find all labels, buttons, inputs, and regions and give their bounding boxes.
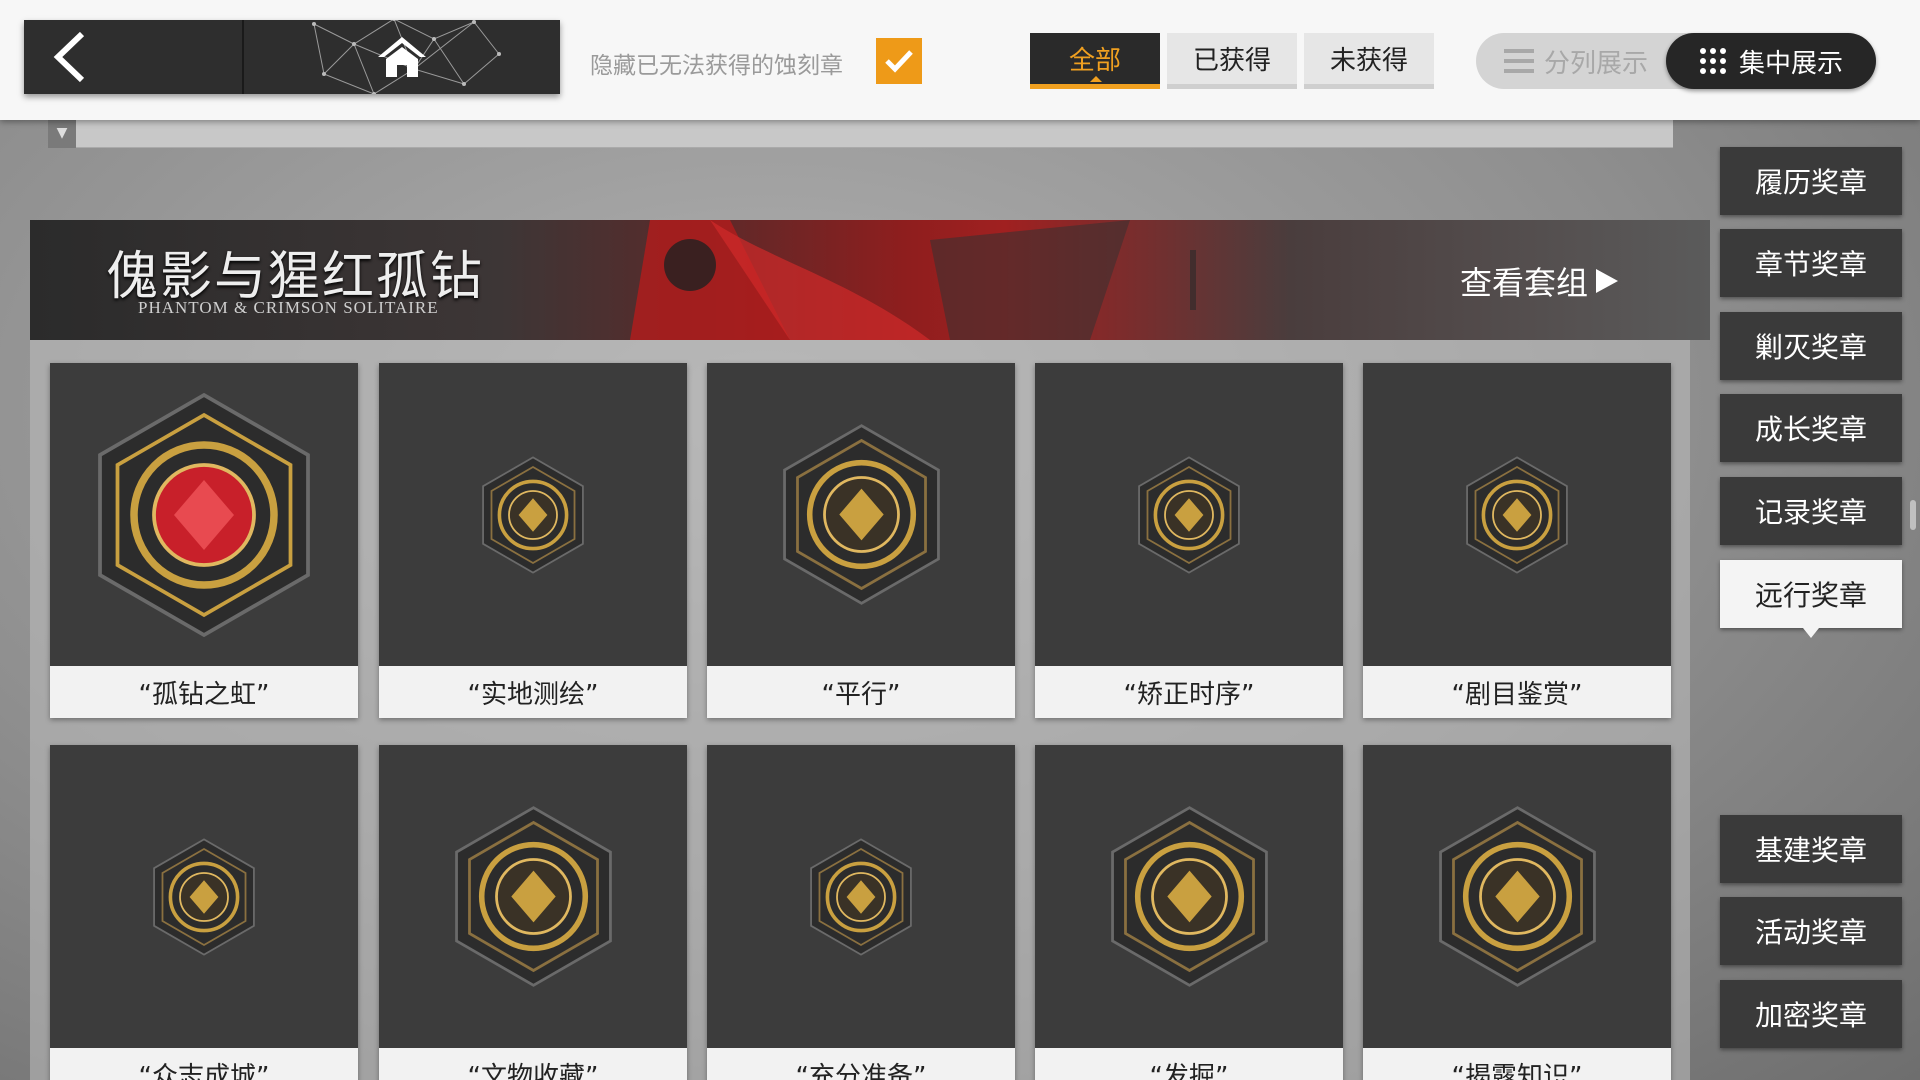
category-label: 成长奖章	[1754, 413, 1867, 446]
horizontal-scroll-track[interactable]	[48, 120, 1673, 148]
wheel-40-medal-icon	[153, 837, 255, 956]
medal-name: “实地测绘”	[379, 666, 687, 718]
professional-team-medal-icon	[810, 837, 912, 956]
category-label: 活动奖章	[1754, 916, 1867, 949]
hide-unobtainable-checkbox[interactable]	[876, 38, 922, 84]
category-encrypted[interactable]: 加密奖章	[1720, 980, 1902, 1048]
medal-name: “文物收藏”	[379, 1048, 687, 1080]
scroll-handle-icon[interactable]: ▼	[48, 120, 76, 148]
play-arrow-icon	[1596, 269, 1619, 293]
medal-art	[379, 363, 687, 666]
medal-card[interactable]: “发掘”	[1035, 745, 1343, 1080]
set-banner[interactable]: 傀影与猩红孤钻 PHANTOM & CRIMSON SOLITAIRE 查看套组	[30, 220, 1710, 340]
category-annihilation[interactable]: 剿灭奖章	[1720, 312, 1902, 380]
tab-all-label: 全部	[1068, 46, 1121, 76]
crimson-gem-medal-icon	[98, 392, 310, 637]
parallel-rook-medal-icon	[782, 424, 940, 605]
side-scrollbar[interactable]	[1910, 500, 1916, 530]
medal-name: “揭露知识”	[1363, 1048, 1671, 1080]
home-icon	[378, 37, 426, 77]
view-mode-toggle: 分列展示 集中展示	[1476, 33, 1876, 89]
medal-art	[379, 745, 687, 1048]
category-label: 基建奖章	[1754, 834, 1867, 867]
category-resume[interactable]: 履历奖章	[1720, 147, 1902, 215]
medal-card[interactable]: “文物收藏”	[379, 745, 687, 1080]
view-set-link[interactable]: 查看套组	[1460, 258, 1620, 304]
checkmark-icon	[885, 50, 913, 73]
category-growth[interactable]: 成长奖章	[1720, 394, 1902, 462]
top-bar: 隐藏已无法获得的蚀刻章 全部 已获得 未获得 分列展示 集中展示	[0, 0, 1920, 120]
view-focus-button[interactable]: 集中展示	[1666, 33, 1876, 89]
medal-art	[707, 745, 1015, 1048]
category-label: 记录奖章	[1754, 496, 1867, 529]
view-split-button[interactable]: 分列展示	[1504, 33, 1648, 89]
hide-unobtainable-label: 隐藏已无法获得的蚀刻章	[590, 53, 843, 79]
medal-art	[50, 745, 358, 1048]
medal-card[interactable]: “充分准备”	[707, 745, 1015, 1080]
back-arrow-icon	[53, 31, 85, 83]
tab-all[interactable]: 全部	[1030, 33, 1160, 89]
medal-name: “发掘”	[1035, 1048, 1343, 1080]
medal-name: “众志成城”	[50, 1048, 358, 1080]
medal-name: “孤钻之虹”	[50, 666, 358, 718]
medal-name: “充分准备”	[707, 1048, 1015, 1080]
tab-obtained[interactable]: 已获得	[1167, 33, 1297, 89]
category-label: 章节奖章	[1754, 248, 1867, 281]
view-focus-label: 集中展示	[1738, 48, 1843, 79]
tab-obtained-label: 已获得	[1192, 46, 1271, 76]
skull-card-medal-icon	[1438, 806, 1596, 987]
grid-dots-icon	[1699, 48, 1726, 74]
medal-card[interactable]: “剧目鉴赏”	[1363, 363, 1671, 718]
medal-art	[50, 363, 358, 666]
scarlet-troupe-medal-icon	[1466, 455, 1568, 574]
medal-name: “剧目鉴赏”	[1363, 666, 1671, 718]
medal-art	[1035, 745, 1343, 1048]
category-chapter[interactable]: 章节奖章	[1720, 229, 1902, 297]
medal-card[interactable]: “平行”	[707, 363, 1015, 718]
tab-unobtained-label: 未获得	[1329, 46, 1408, 76]
medal-card[interactable]: “实地测绘”	[379, 363, 687, 718]
back-button[interactable]	[24, 20, 244, 94]
category-expedition[interactable]: 远行奖章	[1720, 560, 1902, 638]
medal-art	[1035, 363, 1343, 666]
list-icon	[1504, 49, 1534, 73]
field-surveying-medal-icon	[482, 455, 584, 574]
view-split-label: 分列展示	[1544, 48, 1649, 79]
view-set-label: 查看套组	[1460, 264, 1589, 302]
home-button[interactable]	[244, 20, 560, 94]
medal-card[interactable]: “众志成城”	[50, 745, 358, 1080]
banner-subtitle: PHANTOM & CRIMSON SOLITAIRE	[138, 298, 439, 317]
medal-art	[1363, 745, 1671, 1048]
medal-card[interactable]: “矫正时序”	[1035, 363, 1343, 718]
excavate-medal-icon	[1110, 806, 1268, 987]
category-label: 剿灭奖章	[1754, 331, 1867, 364]
category-label: 履历奖章	[1754, 166, 1867, 199]
category-label: 加密奖章	[1754, 999, 1867, 1032]
category-label: 远行奖章	[1754, 579, 1867, 612]
medal-art	[707, 363, 1015, 666]
category-record[interactable]: 记录奖章	[1720, 477, 1902, 545]
nav-box	[24, 20, 560, 94]
medal-card[interactable]: “孤钻之虹”	[50, 363, 358, 718]
medal-name: “矫正时序”	[1035, 666, 1343, 718]
medal-card[interactable]: “揭露知识”	[1363, 745, 1671, 1080]
medal-name: “平行”	[707, 666, 1015, 718]
category-event[interactable]: 活动奖章	[1720, 897, 1902, 965]
tab-unobtained[interactable]: 未获得	[1304, 33, 1434, 89]
mask-relic-medal-icon	[454, 806, 612, 987]
compass-clock-medal-icon	[1138, 455, 1240, 574]
category-infrastructure[interactable]: 基建奖章	[1720, 815, 1902, 883]
medal-art	[1363, 363, 1671, 666]
